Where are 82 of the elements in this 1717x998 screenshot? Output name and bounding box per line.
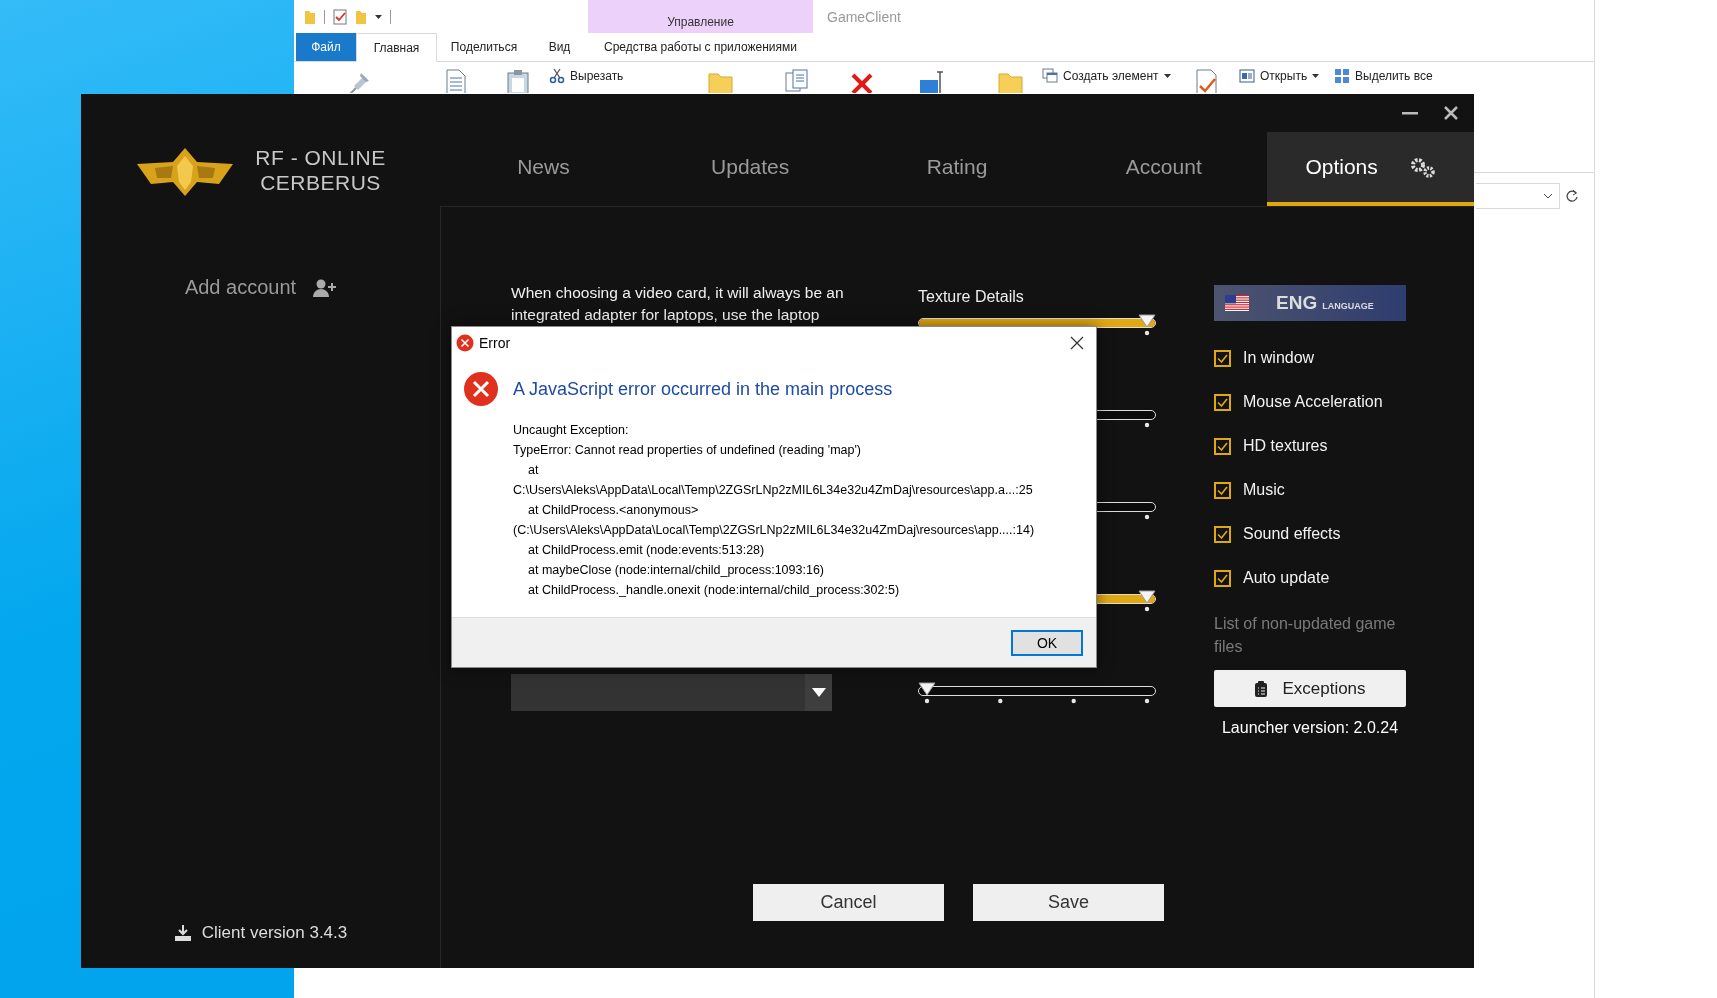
- checkbox[interactable]: [1214, 569, 1231, 587]
- close-icon[interactable]: [1070, 335, 1084, 350]
- caret-icon[interactable]: [375, 14, 382, 19]
- nav-tab[interactable]: Account: [1060, 132, 1268, 206]
- add-user-icon: [312, 277, 337, 298]
- refresh-icon[interactable]: [1565, 189, 1579, 203]
- error-icon: [456, 333, 474, 352]
- open-button[interactable]: Открыть: [1237, 66, 1322, 86]
- error-detail-line: at ChildProcess.<anonymous>: [527, 502, 700, 519]
- rename-icon[interactable]: [918, 68, 946, 93]
- checkbox-label[interactable]: Music: [1243, 481, 1285, 499]
- error-detail-line: at ChildProcess.emit (node:events:513:28): [527, 542, 766, 559]
- checkbox-label[interactable]: Mouse Acceleration: [1243, 393, 1383, 411]
- checkbox-label[interactable]: Sound effects: [1243, 525, 1341, 543]
- checkbox[interactable]: [1214, 349, 1231, 367]
- ok-button[interactable]: OK: [1011, 629, 1083, 656]
- cancel-button[interactable]: Cancel: [753, 884, 944, 921]
- select-all-button[interactable]: Выделить все: [1332, 66, 1435, 86]
- language-button[interactable]: ENG LANGUAGE: [1214, 285, 1406, 321]
- checkbox[interactable]: [1214, 525, 1231, 543]
- save-button[interactable]: Save: [973, 884, 1164, 921]
- checkbox[interactable]: [1214, 481, 1231, 499]
- error-heading: A JavaScript error occurred in the main process: [513, 378, 894, 401]
- ribbon-tab[interactable]: Файл: [296, 33, 356, 61]
- slider-thumb[interactable]: [1138, 314, 1156, 328]
- grid-icon: [1334, 68, 1350, 84]
- error-detail-line: (C:\Users\Aleks\AppData\Local\Temp\2ZGSrLNp2zMIL6L34e32u4ZmDaj\resources\app....:14): [513, 522, 1035, 539]
- slider-thumb[interactable]: [1138, 590, 1156, 604]
- clipboard-icon: [1254, 679, 1269, 698]
- dialog-title: Error: [479, 334, 511, 351]
- slider-track[interactable]: [918, 686, 1156, 696]
- minimize-icon[interactable]: [1402, 111, 1418, 115]
- nav-tab[interactable]: Updates: [646, 132, 854, 206]
- error-detail-line: C:\Users\Aleks\AppData\Local\Temp\2ZGSrLNp2zMIL6L34e32u4ZmDaj\resources\app.a...:25: [513, 482, 1034, 499]
- new-item-button[interactable]: Создать элемент: [1040, 66, 1173, 86]
- checkmark-icon: [1217, 529, 1228, 539]
- error-detail-line: at maybeClose (node:internal/child_process:1093:16): [527, 562, 825, 579]
- client-version: Client version 3.4.3: [201, 923, 348, 943]
- checkmark-icon: [1217, 353, 1228, 363]
- error-detail-line: at: [527, 462, 540, 479]
- address-field[interactable]: [1476, 183, 1560, 209]
- error-detail-line: Uncaught Exception:: [513, 422, 630, 439]
- error-icon: [463, 371, 499, 407]
- checkbox-label[interactable]: In window: [1243, 349, 1315, 367]
- checkbox-label[interactable]: HD textures: [1243, 437, 1328, 455]
- caret-icon: [1163, 74, 1171, 78]
- brand-name: RF - ONLINE: [255, 145, 386, 170]
- checkbox-label[interactable]: Auto update: [1243, 569, 1330, 587]
- scissors-icon: [549, 68, 565, 84]
- download-icon: [173, 924, 192, 942]
- checkbox[interactable]: [1214, 393, 1231, 411]
- checkmark-icon: [1217, 397, 1228, 407]
- slider-label: Texture Details: [918, 287, 1025, 307]
- cut-button[interactable]: Вырезать: [547, 66, 626, 86]
- checkbox[interactable]: [1214, 437, 1231, 455]
- checked-document-icon[interactable]: [333, 8, 347, 25]
- caret-icon: [811, 688, 826, 697]
- window-title: GameClient: [827, 8, 901, 25]
- error-detail-line: TypeError: Cannot read properties of undefined (reading 'map'): [513, 442, 863, 459]
- context-tab-group-label: Управление: [588, 0, 813, 33]
- ribbon-tab[interactable]: Главная: [356, 33, 437, 62]
- checkmark-icon: [1217, 441, 1228, 451]
- flag-icon: [1225, 295, 1249, 311]
- chevron-icon[interactable]: [1543, 193, 1553, 199]
- nav-tab[interactable]: Rating: [853, 132, 1061, 206]
- slider-thumb[interactable]: [918, 682, 936, 696]
- new-item-icon: [1042, 68, 1058, 84]
- clipboard-icon[interactable]: [504, 68, 532, 93]
- checkmark-icon: [1217, 573, 1228, 583]
- checkmark-icon: [1217, 485, 1228, 495]
- close-icon[interactable]: [1443, 105, 1459, 121]
- nav-tab[interactable]: News: [440, 132, 647, 206]
- video-card-note: When choosing a video card, it will always be an integrated adapter for laptops, use the laptop: [511, 283, 845, 325]
- add-account-button[interactable]: Add account: [184, 276, 337, 299]
- exceptions-note: List of non-updated game files: [1214, 614, 1397, 657]
- nav-tab[interactable]: Options: [1267, 132, 1474, 206]
- window-icon: [1239, 68, 1255, 84]
- caret-icon: [1312, 74, 1320, 78]
- launcher-version: Launcher version: 2.0.24: [1220, 719, 1400, 737]
- error-detail-line: at ChildProcess._handle.onexit (node:internal/child_process:302:5): [527, 582, 901, 599]
- brand-subtitle: CERBERUS: [260, 170, 381, 195]
- exceptions-button[interactable]: Exceptions: [1214, 670, 1406, 707]
